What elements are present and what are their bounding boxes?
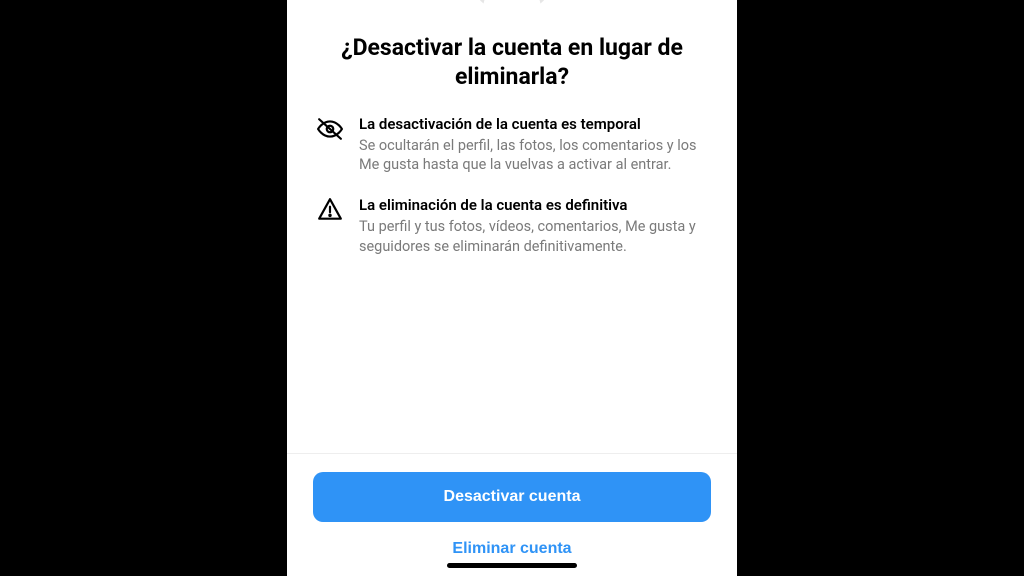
info-item-desc: Se ocultarán el perfil, las fotos, los c… [359,136,707,175]
deactivate-account-button[interactable]: Desactivar cuenta [313,472,711,522]
home-indicator[interactable] [447,563,577,568]
dialog-content: ¿Desactivar la cuenta en lugar de elimin… [287,0,737,453]
warning-icon [317,197,343,223]
eye-off-icon [317,116,343,142]
delete-account-button[interactable]: Eliminar cuenta [452,540,571,558]
dialog-title: ¿Desactivar la cuenta en lugar de elimin… [322,34,702,92]
avatar-placeholder-icon [468,0,556,14]
info-item-delete: La eliminación de la cuenta es definitiv… [315,195,709,256]
info-item-title: La desactivación de la cuenta es tempora… [359,114,707,134]
info-item-title: La eliminación de la cuenta es definitiv… [359,195,707,215]
phone-screen: ¿Desactivar la cuenta en lugar de elimin… [287,0,737,576]
dialog-footer: Desactivar cuenta Eliminar cuenta [287,453,737,576]
avatar-container [315,0,709,20]
info-item-desc: Tu perfil y tus fotos, vídeos, comentari… [359,217,707,256]
info-item-deactivate: La desactivación de la cuenta es tempora… [315,114,709,175]
